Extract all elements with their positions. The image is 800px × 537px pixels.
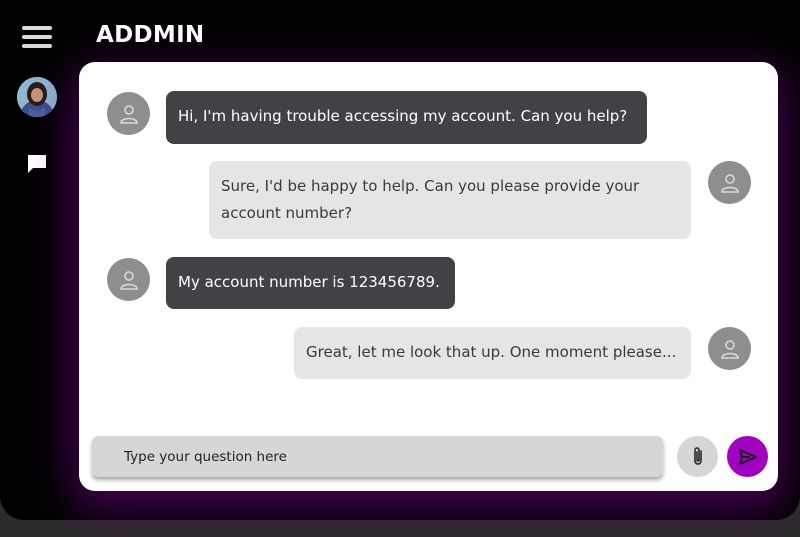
user-avatar-icon <box>107 92 150 135</box>
question-input-container <box>92 436 663 477</box>
user-avatar-icon <box>107 258 150 301</box>
send-icon[interactable] <box>727 436 768 477</box>
agent-avatar-icon <box>708 161 751 204</box>
message-bubble-agent: Sure, I'd be happy to help. Can you plea… <box>209 161 691 239</box>
message-bubble-user: Hi, I'm having trouble accessing my acco… <box>166 91 647 144</box>
message-bubble-agent: Great, let me look that up. One moment p… <box>294 327 691 379</box>
user-profile-avatar[interactable] <box>17 77 57 117</box>
message-bubble-user: My account number is 123456789. <box>166 257 455 309</box>
agent-avatar-icon <box>708 327 751 370</box>
paperclip-icon[interactable] <box>677 436 718 477</box>
chat-bubble-icon[interactable] <box>26 153 48 175</box>
hamburger-menu-icon[interactable] <box>22 26 52 48</box>
question-input[interactable] <box>92 436 663 477</box>
app-title: ADDMIN <box>96 22 205 48</box>
